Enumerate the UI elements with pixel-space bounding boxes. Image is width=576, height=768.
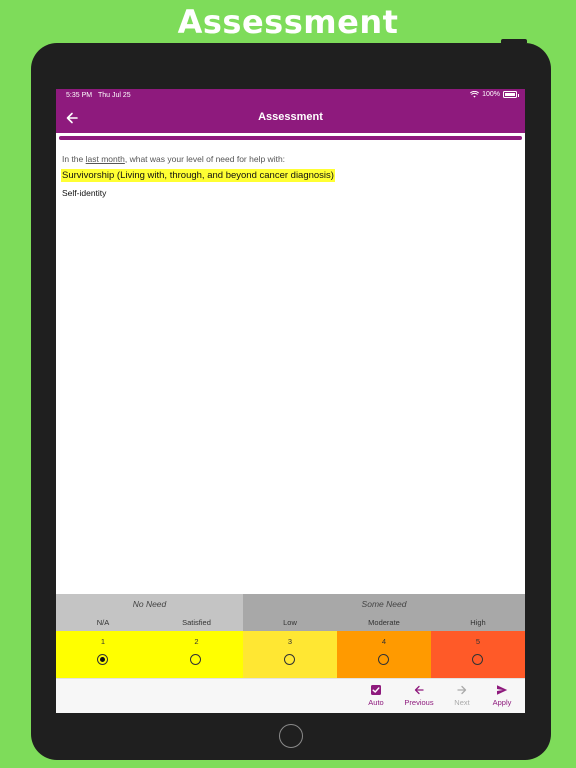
apply-button-label: Apply xyxy=(492,698,512,707)
arrow-left-icon xyxy=(414,685,424,695)
question-domain: Survivorship (Living with, through, and … xyxy=(61,169,335,182)
arrow-right-icon xyxy=(457,685,467,695)
previous-button-label: Previous xyxy=(404,698,434,707)
question-intro-suffix: , what was your level of need for help w… xyxy=(124,154,286,164)
rating-option-2[interactable]: 2 xyxy=(150,631,243,678)
rating-radio[interactable] xyxy=(97,654,108,665)
battery-percent: 100% xyxy=(482,91,500,98)
question-item: Self-identity xyxy=(62,188,107,198)
rating-option-5[interactable]: 5 xyxy=(431,631,525,678)
next-button[interactable]: Next xyxy=(442,684,482,712)
rating-labels-row: N/A Satisfied Low Moderate High xyxy=(56,614,525,631)
group-header-some-need: Some Need xyxy=(243,594,525,614)
navigation-bar: Assessment xyxy=(56,103,525,133)
home-button[interactable] xyxy=(279,724,303,748)
promo-banner-title: Assessment xyxy=(177,3,399,41)
wifi-icon xyxy=(470,91,480,98)
rating-option-1[interactable]: 1 xyxy=(56,631,150,678)
rating-number: 1 xyxy=(100,637,106,646)
rating-number: 4 xyxy=(381,637,387,646)
rating-label-moderate: Moderate xyxy=(337,614,431,631)
question-intro: In the last month, what was your level o… xyxy=(62,154,285,164)
send-icon xyxy=(497,685,508,695)
rating-label-satisfied: Satisfied xyxy=(150,614,243,631)
status-date: Thu Jul 25 xyxy=(98,92,131,99)
rating-options-row: 1 2 3 4 5 xyxy=(56,631,525,678)
rating-radio[interactable] xyxy=(190,654,201,665)
rating-option-3[interactable]: 3 xyxy=(243,631,337,678)
status-time: 5:35 PM xyxy=(66,92,93,99)
battery-icon xyxy=(503,91,519,98)
rating-label-high: High xyxy=(431,614,525,631)
page-title: Assessment xyxy=(258,111,323,123)
rating-number: 5 xyxy=(475,637,481,646)
rating-option-4[interactable]: 4 xyxy=(337,631,431,678)
apply-button[interactable]: Apply xyxy=(482,684,522,712)
question-intro-prefix: In the xyxy=(62,154,86,164)
rating-label-low: Low xyxy=(243,614,337,631)
app-screen: 5:35 PM Thu Jul 25 100% Assessment In th… xyxy=(56,89,525,713)
rating-number: 2 xyxy=(194,637,199,646)
rating-label-na: N/A xyxy=(56,614,150,631)
checkbox-checked-icon xyxy=(371,685,381,695)
rating-radio[interactable] xyxy=(284,654,295,665)
rating-number: 3 xyxy=(287,637,293,646)
previous-button[interactable]: Previous xyxy=(399,684,439,712)
bottom-toolbar: Auto Previous Next Apply xyxy=(56,678,525,713)
status-bar: 5:35 PM Thu Jul 25 100% xyxy=(56,89,525,103)
rating-radio[interactable] xyxy=(378,654,389,665)
question-intro-timeframe: last month xyxy=(85,154,125,164)
rating-radio[interactable] xyxy=(472,654,483,665)
assessment-progress-fill xyxy=(59,136,522,140)
auto-button[interactable]: Auto xyxy=(356,684,396,712)
next-button-label: Next xyxy=(454,698,470,707)
group-header-no-need: No Need xyxy=(56,594,243,614)
need-rating-scale: No Need Some Need N/A Satisfied Low Mode… xyxy=(56,594,525,678)
assessment-progress-bar xyxy=(59,136,522,140)
status-indicators: 100% xyxy=(470,91,519,98)
auto-button-label: Auto xyxy=(368,698,384,707)
